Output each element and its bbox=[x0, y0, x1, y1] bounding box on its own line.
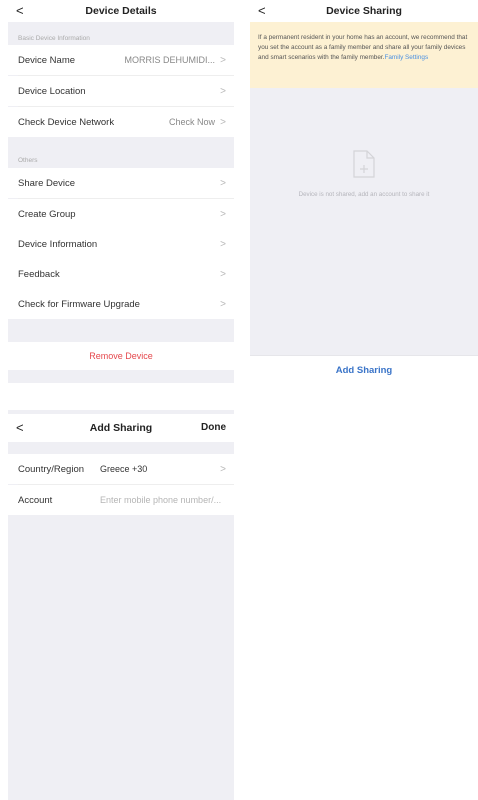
firmware-upgrade-row[interactable]: Check for Firmware Upgrade > bbox=[8, 289, 234, 319]
check-network-row[interactable]: Check Device Network Check Now > bbox=[8, 107, 234, 137]
chevron-right-icon: > bbox=[220, 208, 226, 220]
device-name-row[interactable]: Device Name MORRIS DEHUMIDI... > bbox=[8, 45, 234, 75]
feedback-label: Feedback bbox=[18, 268, 60, 280]
device-information-row[interactable]: Device Information > bbox=[8, 229, 234, 259]
back-arrow-icon[interactable]: < bbox=[16, 1, 24, 21]
account-label: Account bbox=[18, 494, 53, 506]
account-row: Account Enter mobile phone number/... bbox=[8, 485, 234, 515]
account-input[interactable]: Enter mobile phone number/... bbox=[100, 495, 232, 505]
device-information-label: Device Information bbox=[18, 238, 98, 250]
remove-device-label: Remove Device bbox=[89, 351, 153, 361]
empty-state-file-icon bbox=[353, 150, 375, 178]
section-caption: Basic Device Information bbox=[18, 35, 90, 42]
chevron-right-icon: > bbox=[220, 116, 226, 128]
add-sharing-header: < Add Sharing Done bbox=[8, 414, 234, 442]
chevron-right-icon: > bbox=[220, 54, 226, 66]
section-header-basic: Basic Device Information bbox=[8, 22, 234, 45]
chevron-right-icon: > bbox=[220, 85, 226, 97]
family-settings-link[interactable]: Family Settings bbox=[384, 54, 428, 61]
device-location-row[interactable]: Device Location > bbox=[8, 76, 234, 106]
chevron-right-icon: > bbox=[220, 298, 226, 310]
device-sharing-screen: < Device Sharing If a permanent resident… bbox=[250, 0, 478, 383]
create-group-label: Create Group bbox=[18, 208, 76, 220]
remove-device-button[interactable]: Remove Device bbox=[8, 342, 234, 370]
country-region-label: Country/Region bbox=[18, 463, 85, 475]
add-sharing-label: Add Sharing bbox=[335, 364, 393, 376]
chevron-right-icon: > bbox=[220, 268, 226, 280]
country-region-row[interactable]: Country/Region Greece +30 > bbox=[8, 454, 234, 484]
create-group-row[interactable]: Create Group > bbox=[8, 199, 234, 229]
chevron-right-icon: > bbox=[220, 177, 226, 189]
device-location-label: Device Location bbox=[18, 85, 86, 97]
chevron-right-icon: > bbox=[220, 463, 226, 475]
feedback-row[interactable]: Feedback > bbox=[8, 259, 234, 289]
page-title: Add Sharing bbox=[89, 422, 153, 434]
device-details-header: < Device Details bbox=[8, 0, 234, 22]
check-now-value: Check Now bbox=[168, 117, 215, 127]
family-notice-banner: If a permanent resident in your home has… bbox=[250, 22, 478, 88]
back-arrow-icon[interactable]: < bbox=[16, 418, 24, 438]
section-caption: Others bbox=[18, 157, 38, 164]
section-header-others: Others bbox=[8, 140, 234, 167]
chevron-right-icon: > bbox=[220, 238, 226, 250]
done-button[interactable]: Done bbox=[201, 414, 226, 442]
device-name-value: MORRIS DEHUMIDI... bbox=[124, 55, 215, 65]
device-sharing-header: < Device Sharing bbox=[250, 0, 478, 22]
page-title: Device Sharing bbox=[326, 5, 402, 17]
add-sharing-screen: < Add Sharing Done Country/Region Greece… bbox=[8, 410, 234, 800]
device-name-label: Device Name bbox=[18, 54, 76, 66]
share-device-row[interactable]: Share Device > bbox=[8, 168, 234, 198]
check-network-label: Check Device Network bbox=[18, 116, 115, 128]
empty-state-text: Device is not shared, add an account to … bbox=[298, 191, 430, 198]
firmware-upgrade-label: Check for Firmware Upgrade bbox=[18, 298, 140, 310]
notice-text: If a permanent resident in your home has… bbox=[258, 34, 468, 61]
country-region-value: Greece +30 bbox=[100, 464, 148, 474]
add-sharing-button[interactable]: Add Sharing bbox=[250, 355, 478, 383]
page-title: Device Details bbox=[85, 5, 157, 17]
share-device-label: Share Device bbox=[18, 177, 76, 189]
back-arrow-icon[interactable]: < bbox=[258, 1, 266, 21]
device-details-screen: < Device Details Basic Device Informatio… bbox=[8, 0, 234, 383]
